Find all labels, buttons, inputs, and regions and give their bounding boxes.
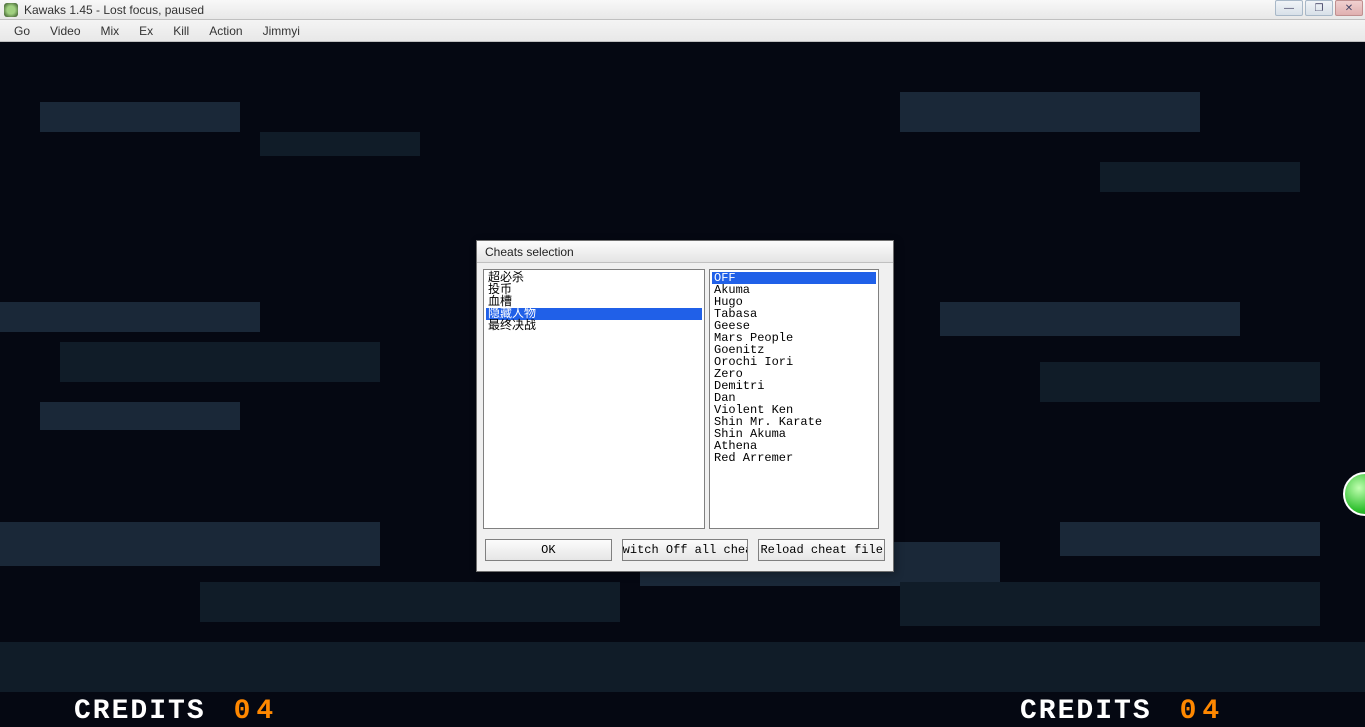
cloud	[1040, 362, 1320, 402]
menu-mix[interactable]: Mix	[91, 22, 130, 40]
cloud	[940, 302, 1240, 336]
titlebar: Kawaks 1.45 - Lost focus, paused — ❐ ✕	[0, 0, 1365, 20]
credits-label: CREDITS	[1020, 696, 1152, 727]
menu-jimmyi[interactable]: Jimmyi	[253, 22, 310, 40]
cloud	[40, 102, 240, 132]
credits-label: CREDITS	[74, 696, 206, 727]
credits-value: 04	[234, 696, 280, 727]
menubar: Go Video Mix Ex Kill Action Jimmyi	[0, 20, 1365, 42]
list-item[interactable]: Demitri	[712, 380, 876, 392]
ok-button[interactable]: OK	[485, 539, 612, 561]
menu-action[interactable]: Action	[199, 22, 252, 40]
dialog-body: 超必杀投币血槽隐藏人物最终决战 OFFAkumaHugoTabasaGeeseM…	[477, 263, 893, 571]
player-indicator-icon	[1343, 472, 1365, 516]
cloud	[900, 92, 1200, 132]
window-title: Kawaks 1.45 - Lost focus, paused	[24, 3, 204, 17]
switch-off-button[interactable]: witch Off all cheat	[622, 539, 749, 561]
list-item[interactable]: 超必杀	[486, 272, 702, 284]
cloud	[200, 582, 620, 622]
cloud	[40, 402, 240, 430]
menu-kill[interactable]: Kill	[163, 22, 199, 40]
list-item[interactable]: 投币	[486, 284, 702, 296]
credits-right: CREDITS 04	[1020, 696, 1225, 727]
cloud	[1060, 522, 1320, 556]
list-item[interactable]: 最终决战	[486, 320, 702, 332]
credits-left: CREDITS 04	[74, 696, 279, 727]
cloud	[0, 522, 380, 566]
menu-go[interactable]: Go	[4, 22, 40, 40]
app-icon	[4, 3, 18, 17]
reload-button[interactable]: Reload cheat file	[758, 539, 885, 561]
cloud	[900, 582, 1320, 626]
cloud	[0, 302, 260, 332]
cloud	[1100, 162, 1300, 192]
cloud	[0, 642, 1365, 692]
list-item[interactable]: Red Arremer	[712, 452, 876, 464]
cloud	[260, 132, 420, 156]
window-controls: — ❐ ✕	[1275, 0, 1363, 16]
credits-value: 04	[1180, 696, 1226, 727]
cloud	[60, 342, 380, 382]
minimize-button[interactable]: —	[1275, 0, 1303, 16]
maximize-button[interactable]: ❐	[1305, 0, 1333, 16]
cheat-category-list[interactable]: 超必杀投币血槽隐藏人物最终决战	[483, 269, 705, 529]
close-button[interactable]: ✕	[1335, 0, 1363, 16]
game-area: CREDITS 04 CREDITS 04 Cheats selection 超…	[0, 42, 1365, 727]
dialog-titlebar[interactable]: Cheats selection	[477, 241, 893, 263]
cheats-dialog: Cheats selection 超必杀投币血槽隐藏人物最终决战 OFFAkum…	[476, 240, 894, 572]
cheat-value-list[interactable]: OFFAkumaHugoTabasaGeeseMars PeopleGoenit…	[709, 269, 879, 529]
menu-video[interactable]: Video	[40, 22, 90, 40]
dialog-title: Cheats selection	[485, 245, 574, 259]
menu-ex[interactable]: Ex	[129, 22, 163, 40]
